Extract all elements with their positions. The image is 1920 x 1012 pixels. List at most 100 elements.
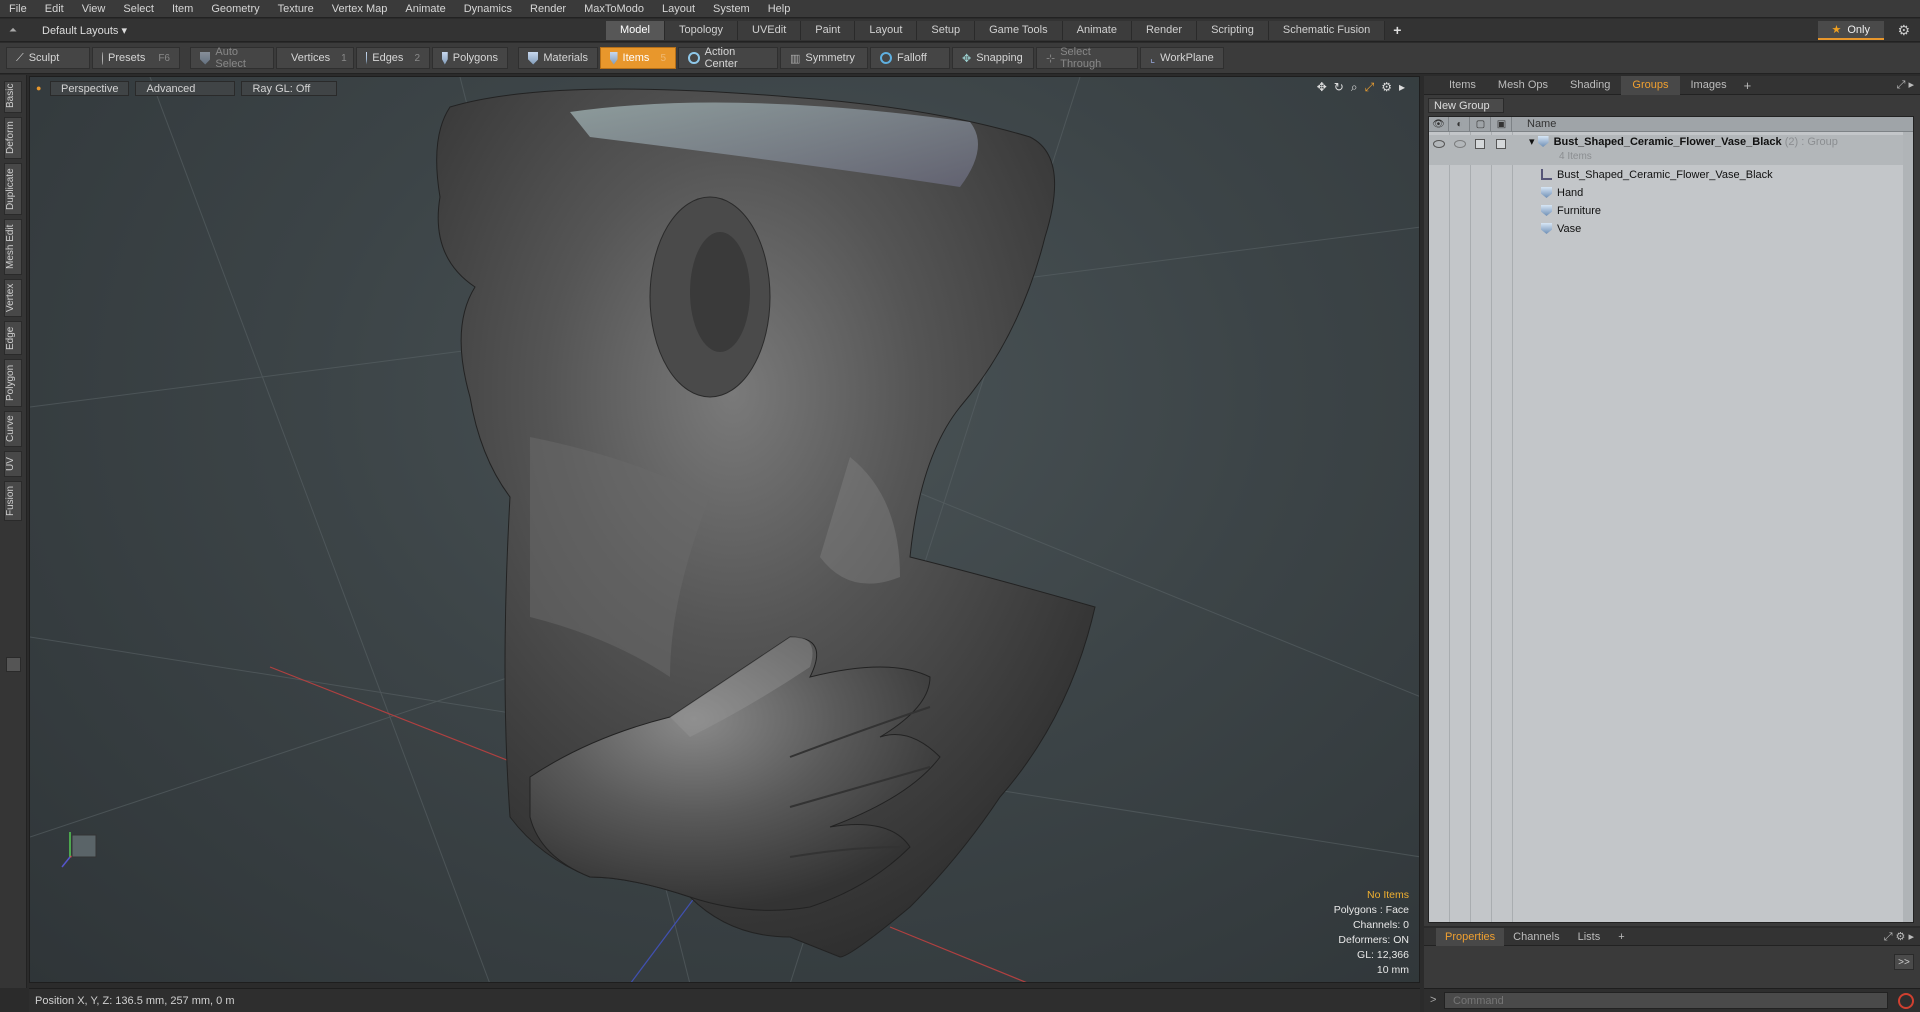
expand-arrow-icon[interactable]: ▾ xyxy=(1529,136,1538,148)
tab-channels[interactable]: Channels xyxy=(1504,928,1568,946)
tab-topology[interactable]: Topology xyxy=(664,21,739,40)
left-tab-duplicate[interactable]: Duplicate xyxy=(4,163,22,215)
command-input[interactable] xyxy=(1444,992,1888,1009)
properties-expand-icon[interactable]: ⤢ ⚙ ▸ xyxy=(1884,930,1914,944)
menu-item[interactable]: Item xyxy=(163,0,202,18)
lock-checkbox[interactable] xyxy=(1475,139,1485,149)
render-eye-icon[interactable] xyxy=(1454,140,1466,148)
items-button[interactable]: Items 5 xyxy=(600,47,676,69)
tab-images[interactable]: Images xyxy=(1680,76,1738,95)
left-tab-fusion[interactable]: Fusion xyxy=(4,481,22,521)
raygl-button[interactable]: Ray GL: Off xyxy=(241,81,338,96)
render-column-icon[interactable]: ◐ xyxy=(1450,117,1470,132)
tree-item-row[interactable]: Vase xyxy=(1429,221,1913,238)
action-center-button[interactable]: Action Center xyxy=(678,46,778,70)
add-tab-button[interactable]: + xyxy=(1385,21,1409,40)
tree-item-row[interactable]: Hand xyxy=(1429,185,1913,202)
symmetry-button[interactable]: ▥ Symmetry xyxy=(780,47,868,69)
left-tab-vertex[interactable]: Vertex xyxy=(4,279,22,317)
layout-dropdown[interactable]: ⏶ Default Layouts ▾ xyxy=(6,21,135,40)
polygons-button[interactable]: Polygons xyxy=(432,47,508,69)
tree-item-row[interactable]: Bust_Shaped_Ceramic_Flower_Vase_Black xyxy=(1429,167,1913,184)
menu-view[interactable]: View xyxy=(73,0,115,18)
menu-animate[interactable]: Animate xyxy=(396,0,454,18)
left-tab-uv[interactable]: UV xyxy=(4,451,22,477)
maximize-icon[interactable]: ⤢ xyxy=(1365,80,1375,95)
left-tab-basic[interactable]: Basic xyxy=(4,81,22,113)
rotate-icon[interactable]: ↻ xyxy=(1334,80,1344,95)
workplane-button[interactable]: ⌞ WorkPlane xyxy=(1140,47,1224,69)
menu-texture[interactable]: Texture xyxy=(269,0,323,18)
tab-scripting[interactable]: Scripting xyxy=(1197,21,1269,40)
viewport-scene[interactable] xyxy=(30,77,1420,983)
select-through-button[interactable]: ⊹ Select Through xyxy=(1036,46,1138,70)
tab-uvedit[interactable]: UVEdit xyxy=(738,21,802,40)
gear-icon[interactable]: ⚙ xyxy=(1897,22,1910,39)
select-checkbox[interactable] xyxy=(1496,139,1506,149)
command-stop-icon[interactable] xyxy=(1898,993,1914,1009)
menu-select[interactable]: Select xyxy=(114,0,163,18)
select-column-icon[interactable]: ▣ xyxy=(1492,117,1512,132)
tab-setup[interactable]: Setup xyxy=(917,21,976,40)
only-button[interactable]: ★ Only xyxy=(1817,21,1884,40)
expand-panel-icon[interactable]: ⤢ ▸ xyxy=(1897,78,1914,92)
menu-file[interactable]: File xyxy=(0,0,36,18)
perspective-button[interactable]: Perspective xyxy=(50,81,130,96)
add-properties-tab-button[interactable]: + xyxy=(1609,928,1633,946)
tab-lists[interactable]: Lists xyxy=(1569,928,1610,946)
tab-groups[interactable]: Groups xyxy=(1621,75,1680,95)
name-column-header[interactable]: Name xyxy=(1527,117,1556,132)
tab-mesh-ops[interactable]: Mesh Ops xyxy=(1487,76,1559,95)
sculpt-button[interactable]: ⟋ Sculpt xyxy=(6,47,90,69)
menu-vertex-map[interactable]: Vertex Map xyxy=(323,0,397,18)
left-panel-toggle[interactable] xyxy=(6,657,21,672)
add-panel-tab-button[interactable]: + xyxy=(1738,78,1758,93)
visibility-column-icon[interactable]: 👁 xyxy=(1429,117,1449,132)
menu-system[interactable]: System xyxy=(704,0,759,18)
left-tab-mesh-edit[interactable]: Mesh Edit xyxy=(4,219,22,275)
tab-shading[interactable]: Shading xyxy=(1559,76,1621,95)
tab-paint[interactable]: Paint xyxy=(801,21,856,40)
vertices-button[interactable]: Vertices 1 xyxy=(276,47,354,69)
menu-edit[interactable]: Edit xyxy=(36,0,73,18)
3d-viewport[interactable]: ● Perspective Advanced Ray GL: Off ✥ ↻ ⌕… xyxy=(29,76,1420,983)
left-tab-polygon[interactable]: Polygon xyxy=(4,359,22,407)
group-row[interactable]: ▾ Bust_Shaped_Ceramic_Flower_Vase_Black … xyxy=(1429,135,1913,165)
lock-column-icon[interactable]: ▢ xyxy=(1471,117,1491,132)
left-tab-deform[interactable]: Deform xyxy=(4,117,22,159)
menu-maxtomodo[interactable]: MaxToModo xyxy=(575,0,653,18)
new-group-button[interactable]: New Group xyxy=(1428,98,1504,113)
menu-layout[interactable]: Layout xyxy=(653,0,704,18)
left-tab-edge[interactable]: Edge xyxy=(4,321,22,355)
viewport-menu-icon[interactable]: ● xyxy=(36,81,44,96)
tree-item-row[interactable]: Furniture xyxy=(1429,203,1913,220)
tab-render[interactable]: Render xyxy=(1131,21,1198,40)
collapse-up-icon[interactable]: ⏶ xyxy=(6,25,20,36)
tab-schematic-fusion[interactable]: Schematic Fusion xyxy=(1268,21,1386,40)
materials-button[interactable]: Materials xyxy=(518,47,598,69)
tab-properties[interactable]: Properties xyxy=(1436,927,1505,946)
edges-button[interactable]: Edges 2 xyxy=(356,47,430,69)
tab-layout[interactable]: Layout xyxy=(855,21,918,40)
menu-geometry[interactable]: Geometry xyxy=(202,0,268,18)
snapping-button[interactable]: ✥ Snapping xyxy=(952,47,1034,69)
advanced-button[interactable]: Advanced xyxy=(135,81,236,96)
tree-scrollbar[interactable] xyxy=(1903,132,1913,922)
presets-button[interactable]: Presets F6 xyxy=(92,47,180,69)
viewport-arrow-icon[interactable]: ▸ xyxy=(1399,80,1405,95)
tab-animate[interactable]: Animate xyxy=(1062,21,1132,40)
tab-items[interactable]: Items xyxy=(1438,76,1487,95)
menu-render[interactable]: Render xyxy=(521,0,575,18)
tab-game-tools[interactable]: Game Tools xyxy=(975,21,1063,40)
falloff-button[interactable]: Falloff xyxy=(870,47,950,69)
auto-select-button[interactable]: Auto Select xyxy=(190,46,274,70)
viewport-gear-icon[interactable]: ⚙ xyxy=(1381,80,1392,95)
menu-help[interactable]: Help xyxy=(759,0,800,18)
left-tab-curve[interactable]: Curve xyxy=(4,411,22,447)
menu-dynamics[interactable]: Dynamics xyxy=(455,0,521,18)
tab-model[interactable]: Model xyxy=(606,21,665,40)
properties-more-button[interactable]: >> xyxy=(1894,954,1914,970)
pan-icon[interactable]: ✥ xyxy=(1317,80,1327,95)
zoom-icon[interactable]: ⌕ xyxy=(1351,80,1358,95)
visibility-eye-icon[interactable] xyxy=(1433,140,1445,148)
